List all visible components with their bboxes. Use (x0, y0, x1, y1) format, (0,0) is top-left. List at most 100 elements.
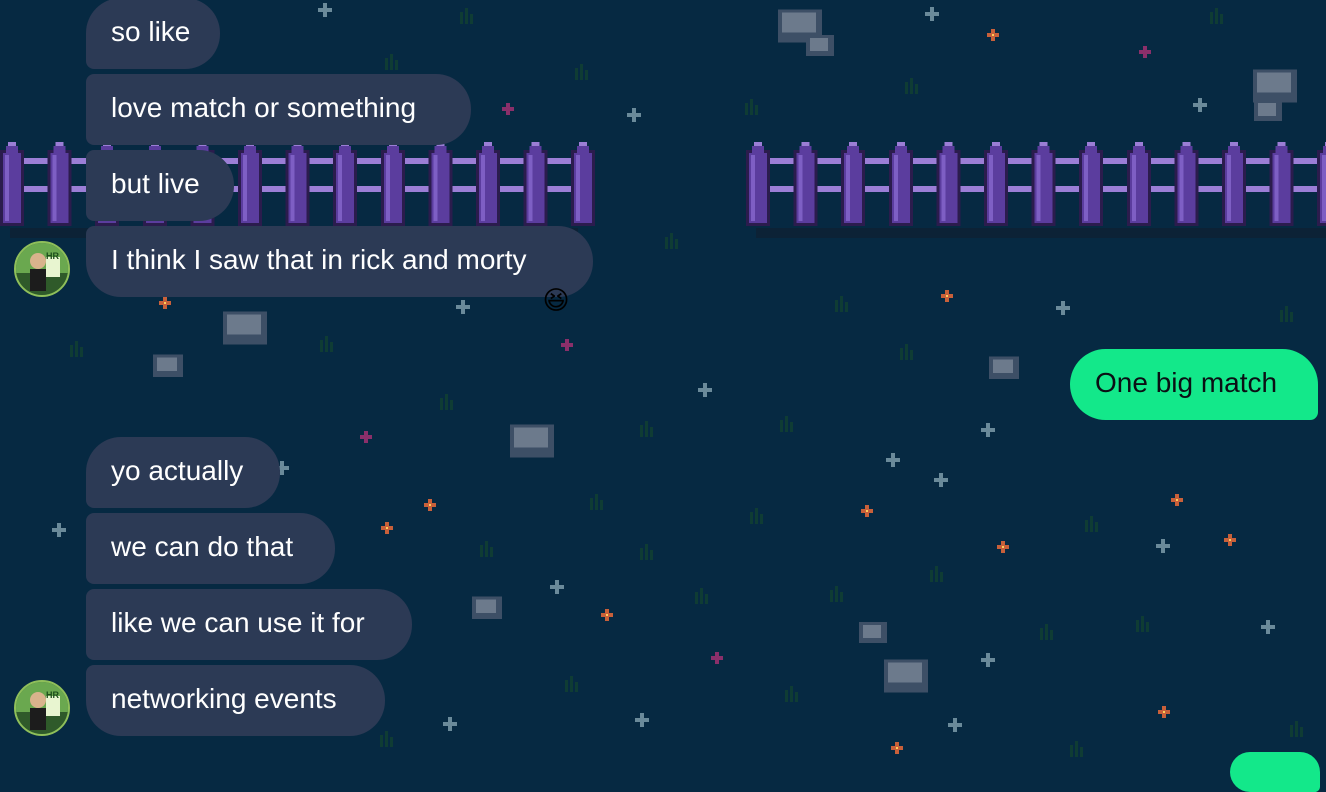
flower-icon (561, 343, 573, 347)
grass-icon (80, 347, 83, 357)
grass-icon (600, 500, 603, 510)
grass-icon (1090, 516, 1093, 532)
fence-post-highlight (481, 155, 485, 221)
grass-icon (1070, 745, 1073, 757)
grass-icon (900, 348, 903, 360)
grass-icon (330, 342, 333, 352)
fence-post-highlight (5, 155, 9, 221)
grass-icon (1136, 620, 1139, 632)
fence-post-cap (754, 142, 762, 146)
grass-icon (1290, 312, 1293, 322)
grass-icon (785, 416, 788, 432)
flower-icon (360, 435, 372, 439)
flower-center-icon (386, 527, 388, 529)
avatar[interactable]: HR (14, 680, 70, 736)
flower-center-icon (1002, 546, 1004, 548)
grass-icon (1146, 622, 1149, 632)
fence-post-highlight (1227, 155, 1231, 221)
fence-post-top (434, 146, 447, 154)
fence-post-highlight (846, 155, 851, 221)
fence-post-highlight (243, 155, 247, 221)
message-bubble-incoming[interactable]: like we can use it for (86, 589, 412, 660)
grass-icon (585, 70, 588, 80)
sparkle-icon (1193, 103, 1207, 107)
fence-post-cap (55, 142, 64, 146)
sparkle-icon (1261, 625, 1275, 629)
message-bubble-incoming[interactable]: yo actually (86, 437, 280, 508)
fence-post-top (799, 146, 812, 154)
flower-icon (711, 656, 723, 660)
grass-icon (385, 58, 388, 70)
message-bubble-outgoing[interactable]: One big match (1070, 349, 1318, 420)
grass-icon (785, 690, 788, 702)
message-bubble-incoming[interactable]: networking events (86, 665, 385, 736)
fence-post-highlight (52, 155, 57, 221)
grass-icon (675, 239, 678, 249)
fence-post-highlight (989, 155, 993, 221)
rock-highlight (888, 662, 922, 683)
fence-post-highlight (1131, 155, 1136, 221)
message-text: One big match (1095, 367, 1278, 398)
fence-post-cap (1230, 142, 1238, 146)
fence-post-cap (992, 142, 1000, 146)
grass-icon (915, 84, 918, 94)
rock-highlight (476, 599, 496, 613)
grass-icon (325, 336, 328, 352)
grass-icon (835, 300, 838, 312)
grass-icon (395, 60, 398, 70)
grass-icon (705, 594, 708, 604)
grass-icon (645, 544, 648, 560)
grass-icon (1075, 741, 1078, 757)
grass-icon (780, 420, 783, 432)
message-bubble-incoming[interactable]: love match or something (86, 74, 471, 145)
flower-center-icon (164, 302, 166, 304)
reaction-emoji[interactable]: 😆 (539, 283, 573, 317)
grass-icon (490, 547, 493, 557)
laughing-emoji-icon: 😆 (542, 285, 570, 315)
message-bubble-incoming[interactable]: I think I saw that in rick and morty (86, 226, 593, 297)
grass-icon (755, 508, 758, 524)
grass-icon (670, 233, 673, 249)
grass-icon (1085, 520, 1088, 532)
fence-post-top (1228, 146, 1240, 154)
fence-post-highlight (528, 155, 533, 221)
fence-post-highlight (751, 155, 755, 221)
fence-post-cap (531, 142, 540, 146)
rock-highlight (1258, 103, 1276, 116)
fence-post-highlight (1036, 155, 1041, 221)
message-bubble-incoming[interactable]: we can do that (86, 513, 335, 584)
sparkle-icon (698, 388, 712, 392)
flower-center-icon (866, 510, 868, 512)
grass-icon (840, 296, 843, 312)
grass-icon (1300, 727, 1303, 737)
grass-icon (755, 105, 758, 115)
flower-center-icon (1229, 539, 1231, 541)
fence-post-top (1180, 146, 1193, 154)
message-bubble-outgoing-partial[interactable] (1230, 752, 1320, 792)
fence-post-cap (579, 142, 588, 146)
fence-post-highlight (290, 155, 295, 221)
grass-icon (700, 588, 703, 604)
fence-post-top (847, 146, 860, 154)
fence-post-top (6, 146, 18, 154)
fence-shadow (756, 228, 1326, 238)
message-text: we can do that (111, 531, 294, 562)
message-bubble-incoming[interactable]: so like (86, 0, 220, 69)
flower-center-icon (429, 504, 431, 506)
avatar[interactable]: HR (14, 241, 70, 297)
grass-icon (75, 341, 78, 357)
flower-icon (1139, 50, 1151, 54)
grass-icon (320, 340, 323, 352)
fence-post-cap (1277, 142, 1286, 146)
grass-icon (640, 425, 643, 437)
grass-icon (1290, 725, 1293, 737)
grass-icon (390, 737, 393, 747)
grass-icon (750, 99, 753, 115)
grass-icon (665, 237, 668, 249)
message-bubble-incoming[interactable]: but live (86, 150, 234, 221)
fence-post-cap (801, 142, 810, 146)
grass-icon (575, 68, 578, 80)
grass-icon (565, 680, 568, 692)
grass-icon (930, 570, 933, 582)
sparkle-icon (318, 8, 332, 12)
